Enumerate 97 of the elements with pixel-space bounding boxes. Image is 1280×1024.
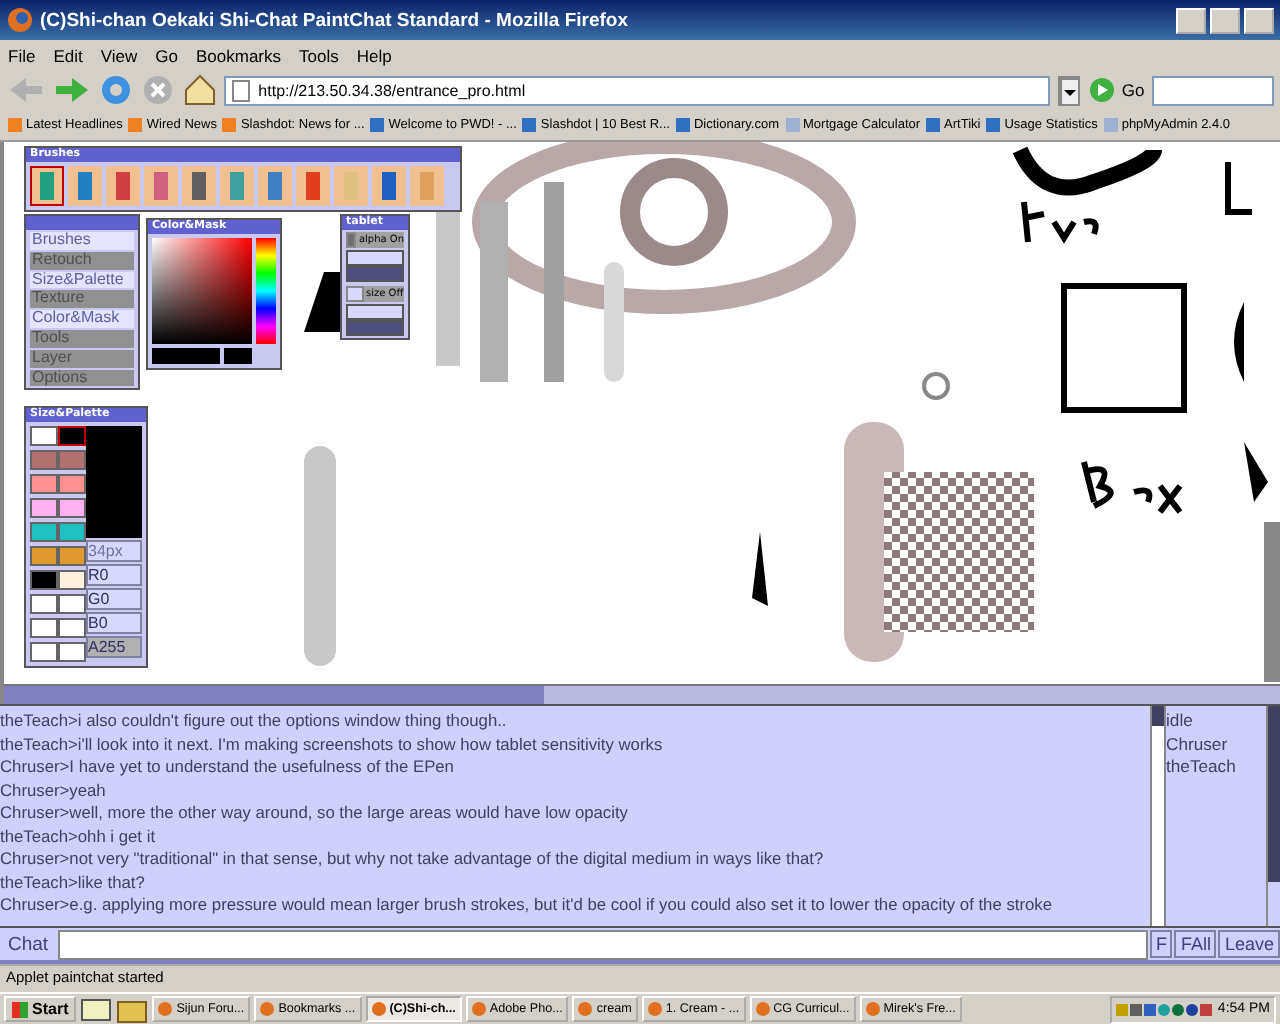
- chat-message: Chruser>e.g. applying more pressure would mean larger brush strokes, but it'd be cool if you could also set it to lower the opacity of the stroke: [0, 894, 1055, 917]
- brush-size-preview: [86, 426, 142, 538]
- go-button[interactable]: Go: [1121, 80, 1145, 100]
- reload-icon[interactable]: [97, 72, 133, 108]
- color-swatch[interactable]: [30, 426, 58, 446]
- channel-value[interactable]: B0: [86, 612, 142, 634]
- chat-input[interactable]: [58, 929, 1148, 959]
- ink-stroke: [752, 532, 768, 606]
- chat-message: Chruser>well, more the other way around, so the large areas would have low opacity: [0, 802, 630, 825]
- color-swatch[interactable]: [58, 618, 86, 638]
- menu-item[interactable]: Bookmarks: [195, 45, 281, 65]
- chat-message: theTeach>i'll look into it next. I'm making screenshots to show how tablet sensitivity works: [0, 733, 665, 756]
- user-name[interactable]: idle: [1166, 710, 1266, 734]
- start-button[interactable]: Start: [4, 996, 77, 1022]
- brush-tool-icon[interactable]: [220, 166, 254, 206]
- color-swatch[interactable]: [30, 642, 58, 662]
- horizontal-scrollbar[interactable]: [4, 684, 1280, 704]
- menu-item[interactable]: Go: [155, 45, 178, 65]
- color-swatch[interactable]: [58, 426, 86, 446]
- color-swatch[interactable]: [58, 450, 86, 470]
- channel-value[interactable]: R0: [86, 564, 142, 586]
- dropdown-button[interactable]: [1058, 75, 1080, 105]
- stop-icon[interactable]: [140, 72, 175, 108]
- minimize-button[interactable]: [1176, 7, 1206, 33]
- menu-item[interactable]: Help: [356, 45, 392, 65]
- chat-message: Chruser>I have yet to understand the usefulness of the EPen: [0, 756, 456, 779]
- panel-title-bar: [26, 216, 138, 230]
- size-value[interactable]: 34px: [86, 540, 142, 562]
- firefox-icon: [6, 6, 34, 34]
- chat-button[interactable]: Leave: [1218, 930, 1280, 958]
- color-swatch[interactable]: [30, 522, 58, 542]
- toggle-checkbox[interactable]: [346, 286, 364, 302]
- vertical-scrollbar[interactable]: [1150, 706, 1164, 926]
- curve-field[interactable]: [346, 266, 404, 282]
- color-swatch[interactable]: [58, 522, 86, 542]
- menu-item[interactable]: Edit: [53, 45, 83, 65]
- address-field[interactable]: http://213.50.34.38/entrance_pro.html: [224, 75, 1051, 105]
- chat-message: theTeach>ohh i get it: [0, 825, 158, 848]
- color-swatch[interactable]: [58, 498, 86, 518]
- search-field[interactable]: [1152, 75, 1275, 105]
- brush-tool-icon[interactable]: [372, 166, 406, 206]
- panel-toggle[interactable]: Size&Palette: [30, 271, 134, 289]
- menu-item[interactable]: Tools: [299, 45, 339, 65]
- curve-field[interactable]: [346, 250, 404, 266]
- color-swatch[interactable]: [30, 570, 58, 590]
- user-name[interactable]: theTeach: [1166, 756, 1266, 781]
- forward-arrow-icon[interactable]: [51, 74, 90, 106]
- vertical-scrollbar[interactable]: [1266, 706, 1280, 926]
- chat-button[interactable]: FAll: [1174, 930, 1217, 958]
- color-swatch[interactable]: [30, 450, 58, 470]
- user-name[interactable]: Chruser: [1166, 733, 1266, 757]
- color-swatch[interactable]: [58, 570, 86, 590]
- color-preview: [152, 348, 220, 364]
- tray-icons-drawing: [1115, 999, 1212, 1019]
- panel-toggle[interactable]: Brushes: [30, 232, 134, 250]
- color-swatch[interactable]: [58, 474, 86, 494]
- menu-item[interactable]: File: [8, 45, 36, 65]
- color-picker-square[interactable]: [152, 238, 253, 344]
- panel-toggle[interactable]: Color&Mask: [30, 310, 134, 328]
- window-title: (C)Shi-chan Oekaki Shi-Chat PaintChat Standard - Mozilla Firefox: [40, 9, 631, 31]
- brush-cursor-icon: [922, 372, 950, 400]
- chat-message: theTeach>i also couldn't figure out the options window thing though..: [0, 710, 509, 733]
- desktop-icon[interactable]: [80, 995, 113, 1023]
- curve-field[interactable]: [346, 320, 404, 336]
- menu-item[interactable]: View: [100, 45, 138, 65]
- color-swatch[interactable]: [58, 642, 86, 662]
- brush-tool-icon[interactable]: [106, 166, 140, 206]
- mask-preview: [224, 348, 252, 364]
- color-swatch[interactable]: [30, 618, 58, 638]
- color-swatch[interactable]: [30, 474, 58, 494]
- channel-value[interactable]: A255: [86, 636, 142, 658]
- square-drawing: [1061, 283, 1187, 413]
- brush-tool-icon[interactable]: [144, 166, 178, 206]
- color-swatch[interactable]: [58, 594, 86, 614]
- maximize-button[interactable]: [1210, 7, 1240, 33]
- curve-field[interactable]: [346, 304, 404, 320]
- brush-tool-icon[interactable]: [68, 166, 102, 206]
- color-swatch[interactable]: [30, 594, 58, 614]
- color-swatch[interactable]: [58, 546, 86, 566]
- folder-icon[interactable]: [116, 995, 149, 1023]
- chat-button[interactable]: F: [1149, 930, 1173, 958]
- brush-tool-icon[interactable]: [182, 166, 216, 206]
- chat-message: theTeach>like that?: [0, 871, 147, 894]
- chat-label: Chat: [6, 933, 51, 955]
- handwriting-scribble-drawing: [1081, 459, 1183, 515]
- toggle-checkbox[interactable]: [346, 232, 357, 248]
- chat-message: Chruser>not very "traditional" in that sense, but why not take advantage of the digital medium in ways like that?: [0, 848, 826, 871]
- chat-message: Chruser>yeah: [0, 779, 108, 802]
- brush-tool-icon[interactable]: [258, 166, 292, 206]
- color-swatch[interactable]: [30, 498, 58, 518]
- hue-spectrum: [256, 238, 276, 344]
- channel-value[interactable]: G0: [86, 588, 142, 610]
- close-button[interactable]: [1244, 7, 1274, 33]
- home-icon[interactable]: [182, 72, 217, 108]
- brush-tool-icon[interactable]: [296, 166, 330, 206]
- brush-tool-icon[interactable]: [30, 166, 64, 206]
- color-swatch[interactable]: [30, 546, 58, 566]
